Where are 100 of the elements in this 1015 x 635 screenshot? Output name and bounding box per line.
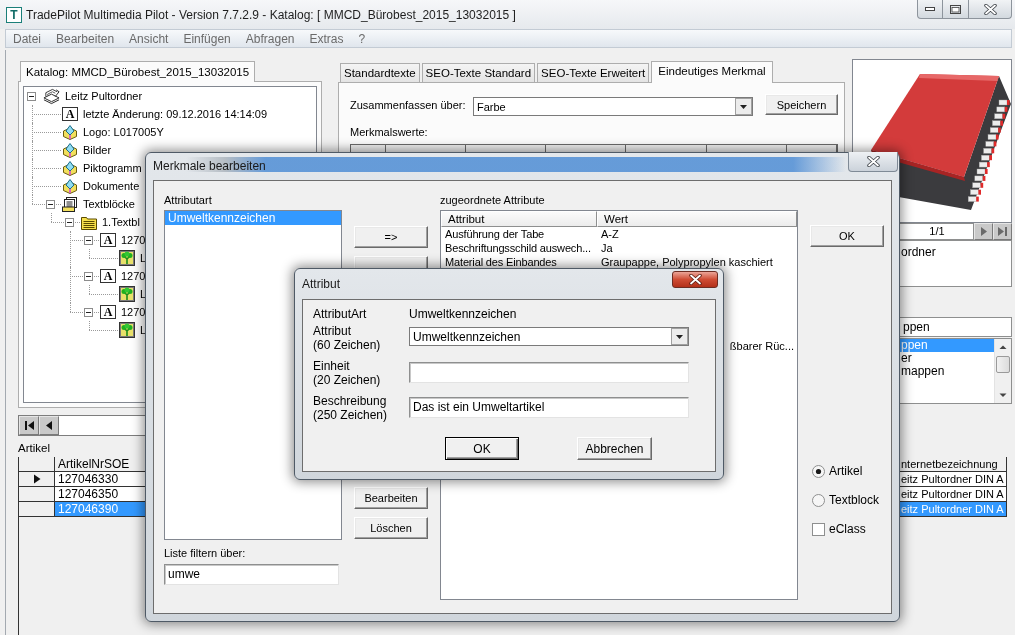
checkbox[interactable]: eClass (810, 521, 866, 537)
skip-to-start-icon (23, 420, 35, 431)
close-button[interactable] (848, 152, 898, 172)
radio-button[interactable]: Textblock (810, 492, 880, 508)
minimize-icon (925, 7, 935, 11)
left-triangle-icon (43, 420, 55, 431)
table-cell: eitz Pultordner DIN A (899, 472, 1007, 487)
dropdown-field[interactable]: Farbe (473, 97, 753, 116)
catalog-tab[interactable]: Katalog: MMCD_Bürobest_2015_13032015 (20, 61, 256, 82)
input-field[interactable]: Das ist ein Umweltartikel (409, 397, 689, 418)
close-icon (688, 274, 702, 285)
menu-item[interactable]: Einfügen (176, 31, 239, 46)
field-label: Einheit (313, 359, 350, 373)
action-button[interactable]: Bearbeiten (354, 487, 428, 509)
scrollbar-thumb[interactable] (996, 356, 1010, 373)
tree-item[interactable]: Leitz Pultordner (63, 88, 145, 104)
minimize-button[interactable] (917, 0, 943, 19)
collapse-icon[interactable] (84, 307, 93, 317)
letter-icon: A (62, 107, 78, 121)
letter-icon: A (100, 305, 116, 319)
field-label: Liste filtern über: (164, 546, 246, 560)
tree-image-icon (119, 322, 135, 338)
menu-item[interactable]: Bearbeiten (49, 31, 123, 46)
collapse-icon[interactable] (46, 199, 55, 209)
collapse-icon[interactable] (84, 271, 93, 281)
field-label: Zusammenfassen über: (350, 99, 467, 111)
tree-item[interactable]: Bilder (81, 142, 114, 158)
maximize-button[interactable] (943, 0, 969, 19)
tree-item[interactable]: 1.Textbl (100, 214, 142, 230)
close-button[interactable] (969, 0, 1012, 19)
next-button[interactable] (974, 223, 993, 240)
ok-button[interactable]: OK (810, 225, 884, 247)
cube-icon (62, 142, 78, 158)
tab[interactable]: SEO-Texte Erweitert (537, 63, 650, 82)
close-button[interactable] (672, 271, 718, 288)
input-field[interactable] (409, 362, 689, 383)
radio-button[interactable]: Artikel (810, 463, 863, 479)
first-record-button[interactable] (19, 416, 39, 435)
row-header[interactable] (19, 502, 55, 517)
row-header[interactable] (19, 472, 55, 487)
right-triangle-icon (978, 226, 989, 237)
collapse-icon[interactable] (65, 217, 74, 227)
skip-to-end-icon (997, 226, 1008, 237)
section-label: Merkmalswerte: (350, 125, 428, 139)
menu-item[interactable]: Abfragen (238, 31, 303, 46)
field-label: AttributArt (313, 307, 367, 321)
dialog-button[interactable]: Abbrechen (577, 437, 652, 460)
table-cell: eitz Pultordner DIN A (899, 502, 1007, 517)
move-button[interactable]: => (354, 226, 428, 248)
column-header[interactable]: Wert (597, 211, 797, 227)
filter-field[interactable]: umwe (164, 564, 339, 585)
menu-item[interactable]: Extras (302, 31, 352, 46)
previous-record-button[interactable] (39, 416, 59, 435)
tree-image-icon (119, 250, 135, 266)
field-label: zugeordnete Attribute (440, 193, 545, 207)
length-hint: (20 Zeichen) (313, 373, 381, 387)
tab[interactable]: Eindeutiges Merkmal (651, 61, 773, 83)
row-header[interactable] (19, 487, 55, 502)
tree-image-icon (119, 286, 135, 302)
close-icon (866, 156, 880, 167)
action-button[interactable]: Löschen (354, 517, 428, 539)
tree-item[interactable]: Dokumente (81, 178, 142, 194)
tree-item[interactable]: Piktogramm (81, 160, 144, 176)
save-button[interactable]: Speichern (765, 94, 838, 115)
section-label: Artikel (18, 441, 50, 455)
tree-item[interactable]: 1270 (119, 304, 148, 320)
dialog-button[interactable]: OK (445, 437, 519, 460)
table-cell-text: Ja (600, 241, 613, 255)
tab[interactable]: SEO-Texte Standard (421, 63, 536, 82)
dialog-title: Attribut (302, 277, 340, 291)
cube-icon (62, 160, 78, 176)
table-cell-text: ßbarer Rüc... (728, 339, 795, 353)
tree-item[interactable]: letzte Änderung: 09.12.2016 14:14:09 (81, 106, 270, 122)
collapse-icon[interactable] (84, 235, 93, 245)
tab[interactable]: Standardtexte (340, 63, 420, 82)
dropdown-field[interactable]: Umweltkennzeichen (409, 327, 689, 346)
table-cell: eitz Pultordner DIN A (899, 487, 1007, 502)
tree-item[interactable]: Textblöcke (81, 196, 137, 212)
field-label: Beschreibung (313, 394, 387, 408)
table-cell-text: Graupappe, Polypropylen kaschiert (600, 255, 773, 269)
menu-item[interactable]: Datei (6, 31, 49, 46)
menu-item[interactable]: Ansicht (122, 31, 177, 46)
collapse-icon[interactable] (27, 91, 36, 101)
length-hint: (250 Zeichen) (313, 408, 388, 422)
tree-item[interactable]: Logo: L017005Y (81, 124, 166, 140)
field-label: Attribut (313, 324, 351, 338)
tree-item[interactable]: 1270 (119, 232, 148, 248)
description-text: ordner (901, 245, 936, 259)
last-button[interactable] (993, 223, 1012, 240)
column-header[interactable]: Attribut (441, 211, 597, 227)
window-title: TradePilot Multimedia Pilot - Version 7.7.2.9 - Katalog: [ MMCD_Bürobest_2015_13032015 ] (26, 7, 516, 22)
close-icon (983, 3, 997, 15)
tree-item[interactable]: 1270 (119, 268, 148, 284)
menu-item[interactable]: ? (351, 31, 374, 46)
letter-icon: A (100, 233, 116, 247)
maximize-icon (950, 4, 961, 14)
column-header[interactable]: nternetbezeichnung (899, 457, 1007, 472)
scrollbar[interactable] (994, 339, 1011, 403)
length-hint: (60 Zeichen) (313, 338, 381, 352)
cube-icon (62, 178, 78, 194)
